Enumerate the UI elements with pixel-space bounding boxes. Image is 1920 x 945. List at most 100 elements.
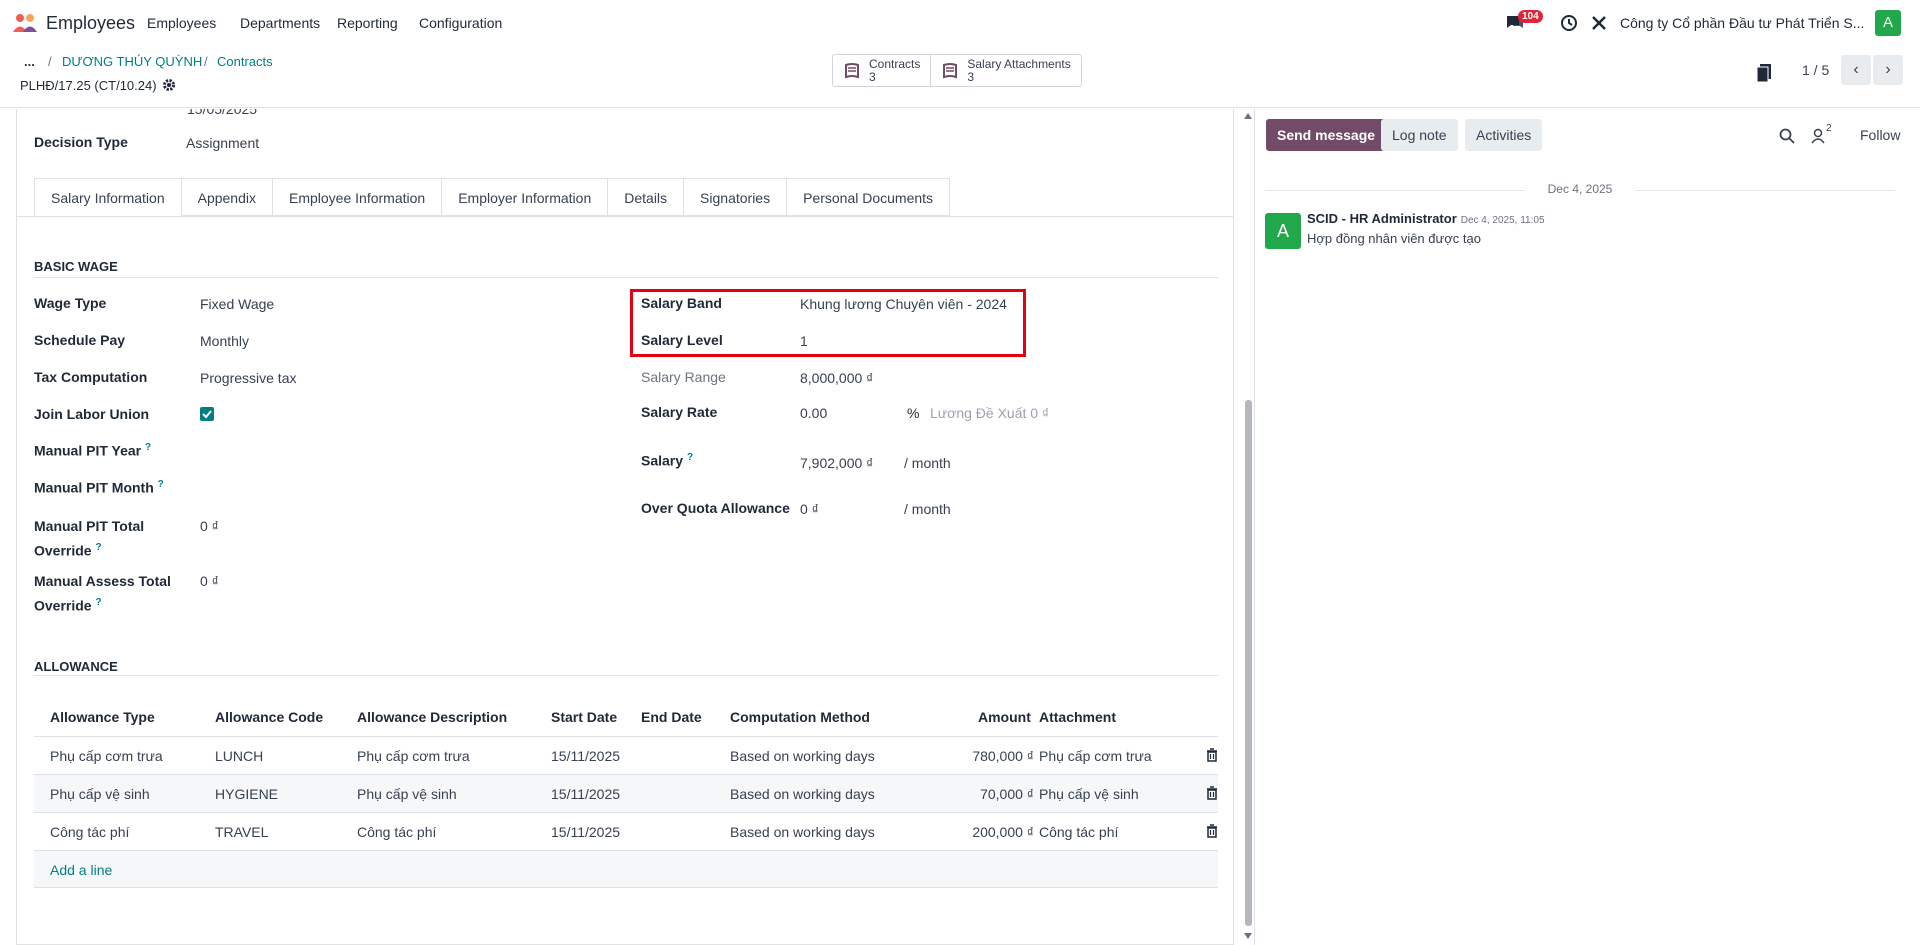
- send-message-button[interactable]: Send message: [1266, 119, 1387, 151]
- menu-departments[interactable]: Departments: [240, 15, 320, 31]
- table-row[interactable]: Phụ cấp cơm trưa LUNCH Phụ cấp cơm trưa …: [34, 736, 1218, 774]
- check-icon: [202, 410, 212, 419]
- chatter-panel: Send message Log note Activities 2 Follo…: [1254, 109, 1920, 945]
- manual-pit-year-label: Manual PIT Year ?: [34, 442, 152, 459]
- basic-wage-heading: BASIC WAGE: [34, 259, 118, 274]
- company-switcher[interactable]: Công ty Cổ phần Đầu tư Phát Triển S...: [1620, 15, 1864, 31]
- col-allowance-description[interactable]: Allowance Description: [357, 709, 507, 725]
- col-allowance-type[interactable]: Allowance Type: [50, 709, 155, 725]
- col-amount[interactable]: Amount: [978, 709, 1031, 725]
- scrollbar-thumb[interactable]: [1245, 400, 1252, 926]
- breadcrumb-separator: /: [48, 54, 52, 69]
- cell-allowance-type: Công tác phí: [50, 824, 130, 840]
- follow-button[interactable]: Follow: [1860, 127, 1900, 143]
- cell-computation-method: Based on working days: [730, 824, 875, 840]
- pager-value[interactable]: 1 / 5: [1802, 62, 1829, 78]
- manual-assess-total-override-label: Manual Assess Total Override ?: [34, 573, 171, 614]
- trash-icon[interactable]: [1205, 748, 1219, 762]
- tax-computation-value[interactable]: Progressive tax: [200, 370, 296, 386]
- menu-employees[interactable]: Employees: [147, 15, 216, 31]
- help-tooltip-icon[interactable]: ?: [145, 442, 151, 453]
- breadcrumb-ellipsis[interactable]: ...: [24, 54, 35, 69]
- join-labor-union-checkbox[interactable]: [200, 407, 214, 421]
- table-row[interactable]: Phụ cấp vệ sinh HYGIENE Phụ cấp vệ sinh …: [34, 774, 1218, 812]
- messages-badge: 104: [1518, 10, 1543, 23]
- join-labor-union-label: Join Labor Union: [34, 406, 150, 422]
- tab-signatories[interactable]: Signatories: [684, 178, 788, 216]
- table-row[interactable]: Công tác phí TRAVEL Công tác phí 15/11/2…: [34, 812, 1218, 850]
- salary-range-value: 8,000,000 ₫: [800, 370, 874, 386]
- help-tooltip-icon[interactable]: ?: [95, 597, 101, 608]
- tab-appendix[interactable]: Appendix: [181, 178, 273, 216]
- tab-employer-information[interactable]: Employer Information: [442, 178, 609, 216]
- cell-amount: 70,000 ₫: [980, 786, 1034, 802]
- cell-allowance-description: Phụ cấp vệ sinh: [357, 786, 457, 802]
- over-quota-allowance-value[interactable]: 0 ₫: [800, 501, 819, 517]
- col-end-date[interactable]: End Date: [641, 709, 702, 725]
- pager-previous-button[interactable]: ‹: [1841, 55, 1871, 85]
- tools-icon[interactable]: [1590, 14, 1608, 32]
- tab-salary-information[interactable]: Salary Information: [34, 178, 182, 216]
- smart-button-label: Salary Attachments: [967, 56, 1071, 71]
- help-tooltip-icon[interactable]: ?: [687, 452, 693, 463]
- message-body: Hợp đồng nhân viên được tạo: [1307, 231, 1481, 246]
- schedule-pay-value[interactable]: Monthly: [200, 333, 249, 349]
- wage-type-value[interactable]: Fixed Wage: [200, 296, 274, 312]
- menu-reporting[interactable]: Reporting: [337, 15, 398, 31]
- menu-configuration[interactable]: Configuration: [419, 15, 502, 31]
- tab-personal-documents[interactable]: Personal Documents: [787, 178, 951, 216]
- followers-icon[interactable]: [1811, 128, 1825, 144]
- cell-attachment: Phụ cấp cơm trưa: [1039, 748, 1152, 764]
- contracts-smart-button[interactable]: Contracts 3: [833, 55, 932, 86]
- col-attachment[interactable]: Attachment: [1039, 709, 1116, 725]
- book-icon: [943, 62, 958, 78]
- breadcrumb-contracts[interactable]: Contracts: [217, 54, 273, 69]
- col-computation-method[interactable]: Computation Method: [730, 709, 870, 725]
- help-tooltip-icon[interactable]: ?: [158, 479, 164, 490]
- cell-start-date: 15/11/2025: [551, 786, 621, 802]
- cell-allowance-type: Phụ cấp vệ sinh: [50, 786, 150, 802]
- date-field-partial[interactable]: 15/05/2025: [187, 109, 257, 117]
- salary-band-value[interactable]: Khung lương Chuyên viên - 2024: [800, 296, 1007, 312]
- breadcrumb-employee[interactable]: DƯƠNG THÚY QUỲNH: [62, 54, 202, 69]
- salary-rate-value[interactable]: 0.00: [800, 405, 827, 421]
- cell-computation-method: Based on working days: [730, 786, 875, 802]
- salary-rate-unit: %: [907, 405, 920, 421]
- scroll-down-arrow-icon[interactable]: [1244, 933, 1252, 939]
- employees-app-icon[interactable]: [12, 12, 38, 34]
- salary-attachments-smart-button[interactable]: Salary Attachments 3: [931, 55, 1080, 86]
- notebook-tabs: Salary Information Appendix Employee Inf…: [34, 178, 951, 216]
- trash-icon[interactable]: [1205, 786, 1219, 800]
- col-allowance-code[interactable]: Allowance Code: [215, 709, 323, 725]
- trash-icon[interactable]: [1205, 824, 1219, 838]
- message-author-avatar[interactable]: A: [1265, 213, 1301, 249]
- cell-start-date: 15/11/2025: [551, 824, 621, 840]
- schedule-pay-label: Schedule Pay: [34, 332, 126, 348]
- tab-employee-information[interactable]: Employee Information: [273, 178, 443, 216]
- salary-level-value[interactable]: 1: [800, 333, 808, 349]
- allowance-heading: ALLOWANCE: [34, 659, 118, 674]
- search-icon[interactable]: [1779, 128, 1795, 144]
- book-icon: [845, 62, 859, 78]
- pager-next-button[interactable]: ›: [1873, 55, 1903, 85]
- scroll-up-arrow-icon[interactable]: [1244, 113, 1252, 119]
- clock-icon[interactable]: [1560, 14, 1578, 32]
- app-name[interactable]: Employees: [46, 13, 135, 34]
- log-note-button[interactable]: Log note: [1381, 119, 1458, 151]
- salary-value[interactable]: 7,902,000 ₫: [800, 455, 873, 471]
- manual-pit-total-override-value[interactable]: 0 ₫: [200, 518, 219, 534]
- message-author: SCID - HR Administrator Dec 4, 2025, 11:0…: [1307, 211, 1545, 226]
- col-start-date[interactable]: Start Date: [551, 709, 617, 725]
- copy-records-icon[interactable]: [1756, 63, 1774, 83]
- decision-type-value[interactable]: Assignment: [186, 135, 259, 151]
- manual-assess-total-override-value[interactable]: 0 ₫: [200, 573, 219, 589]
- help-tooltip-icon[interactable]: ?: [95, 542, 101, 553]
- add-line-link[interactable]: Add a line: [50, 862, 112, 878]
- gear-icon[interactable]: [162, 78, 176, 92]
- smart-button-label: Contracts: [869, 56, 921, 71]
- tab-details[interactable]: Details: [608, 178, 685, 216]
- user-avatar[interactable]: A: [1875, 10, 1901, 36]
- salary-label: Salary ?: [641, 452, 694, 469]
- cell-allowance-code: LUNCH: [215, 748, 264, 764]
- activities-button[interactable]: Activities: [1465, 119, 1543, 151]
